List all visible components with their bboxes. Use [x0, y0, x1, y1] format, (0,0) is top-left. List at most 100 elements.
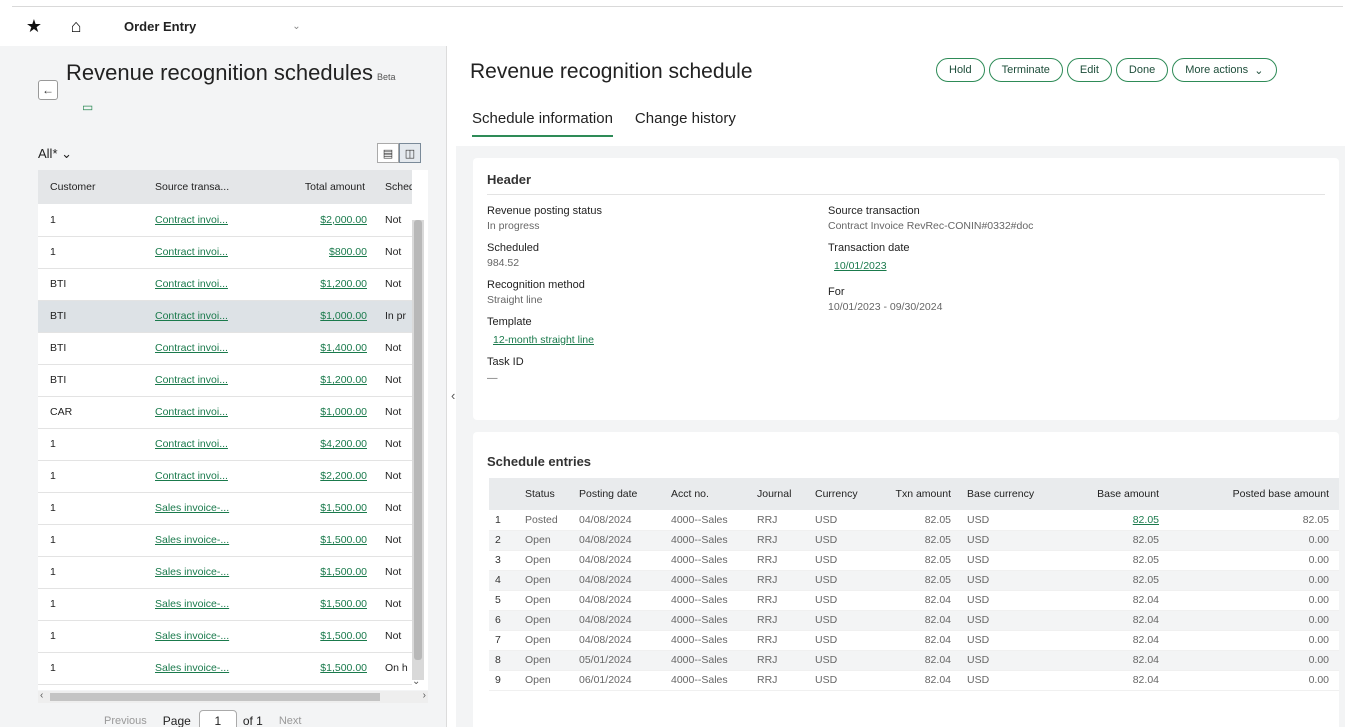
column-header[interactable]: Source transa...: [143, 170, 263, 204]
table-row[interactable]: CAR Contract invoi... $1,000.00 Not: [38, 396, 412, 429]
horizontal-scrollbar[interactable]: ‹ ›: [38, 690, 428, 703]
hold-button[interactable]: Hold: [936, 58, 985, 82]
entry-row[interactable]: 4 Open 04/08/2024 4000--Sales RRJ USD 82.05 USD…: [489, 570, 1339, 591]
column-header[interactable]: Schedu: [373, 170, 412, 204]
total-amount-link[interactable]: $1,500.00: [263, 524, 373, 557]
page-number-input[interactable]: 1: [198, 710, 237, 727]
table-row[interactable]: 1 Contract invoi... $2,000.00 Not: [38, 204, 412, 237]
source-transaction-link[interactable]: Contract invoi...: [143, 236, 263, 269]
total-amount-link[interactable]: $2,200.00: [263, 460, 373, 493]
vertical-scroll-thumb[interactable]: [414, 220, 422, 660]
entries-column-header[interactable]: Txn amount: [881, 478, 961, 510]
vertical-scrollbar[interactable]: [412, 220, 424, 680]
back-arrow-icon[interactable]: ←: [38, 80, 58, 100]
source-transaction-link[interactable]: Sales invoice-...: [143, 492, 263, 525]
total-amount-link[interactable]: $800.00: [263, 236, 373, 269]
view-filter-dropdown[interactable]: All* ⌄: [38, 146, 72, 162]
template-link[interactable]: 12-month straight line: [493, 334, 594, 346]
source-transaction-link[interactable]: Contract invoi...: [143, 204, 263, 237]
table-row[interactable]: BTI Contract invoi... $1,400.00 Not: [38, 332, 412, 365]
table-row[interactable]: BTI Contract invoi... $1,000.00 In pr: [38, 300, 412, 333]
edit-button[interactable]: Edit: [1066, 58, 1112, 82]
next-page-button[interactable]: Next: [279, 715, 302, 727]
total-amount-link[interactable]: $1,400.00: [263, 332, 373, 365]
entries-column-header[interactable]: Posting date: [573, 478, 665, 510]
column-header[interactable]: Customer: [38, 170, 143, 204]
scroll-left-icon[interactable]: ‹: [40, 690, 43, 701]
table-row[interactable]: 1 Contract invoi... $800.00 Not: [38, 236, 412, 269]
scroll-right-icon[interactable]: ›: [423, 690, 426, 701]
entry-row[interactable]: 6 Open 04/08/2024 4000--Sales RRJ USD 82.04 USD…: [489, 610, 1339, 631]
table-row[interactable]: 1 Contract invoi... $2,200.00 Not: [38, 460, 412, 493]
entries-column-header[interactable]: Posted base amount: [1169, 478, 1339, 510]
entries-column-header[interactable]: [489, 478, 519, 510]
entry-cell: 82.04: [881, 650, 961, 671]
more-actions-button[interactable]: More actions ⌄: [1172, 58, 1277, 82]
total-amount-link[interactable]: $1,000.00: [263, 396, 373, 429]
total-amount-link[interactable]: $1,500.00: [263, 620, 373, 653]
source-transaction-link[interactable]: Contract invoi...: [143, 300, 263, 333]
entries-column-header[interactable]: Acct no.: [665, 478, 751, 510]
entries-column-header[interactable]: Base currency: [961, 478, 1065, 510]
split-view-icon[interactable]: ◫: [399, 143, 421, 163]
source-transaction-link[interactable]: Contract invoi...: [143, 396, 263, 429]
source-transaction-link[interactable]: Sales invoice-...: [143, 620, 263, 653]
table-row[interactable]: BTI Contract invoi... $1,200.00 Not: [38, 268, 412, 301]
tab-schedule-information[interactable]: Schedule information: [472, 110, 613, 137]
total-amount-link[interactable]: $2,000.00: [263, 204, 373, 237]
source-transaction-link[interactable]: Contract invoi...: [143, 268, 263, 301]
entry-row[interactable]: 9 Open 06/01/2024 4000--Sales RRJ USD 82.04 USD…: [489, 670, 1339, 691]
total-amount-link[interactable]: $1,500.00: [263, 492, 373, 525]
source-transaction-link[interactable]: Contract invoi...: [143, 332, 263, 365]
total-amount-link[interactable]: $4,200.00: [263, 428, 373, 461]
previous-page-button[interactable]: Previous: [104, 715, 147, 727]
column-header[interactable]: Total amount: [263, 170, 373, 204]
tab-change-history[interactable]: Change history: [635, 110, 736, 137]
app-name[interactable]: Order Entry: [124, 19, 196, 34]
base-amount-link[interactable]: 82.05: [1065, 510, 1169, 531]
entry-row[interactable]: 3 Open 04/08/2024 4000--Sales RRJ USD 82.05 USD…: [489, 550, 1339, 571]
entries-column-header[interactable]: Base amount: [1065, 478, 1169, 510]
table-view-icon[interactable]: ▤: [377, 143, 399, 163]
source-transaction-link[interactable]: Contract invoi...: [143, 460, 263, 493]
entry-cell: 82.05: [881, 530, 961, 551]
source-transaction-link[interactable]: Sales invoice-...: [143, 588, 263, 621]
star-icon[interactable]: ★: [20, 13, 48, 41]
total-amount-link[interactable]: $1,500.00: [263, 556, 373, 589]
total-amount-link[interactable]: $1,500.00: [263, 588, 373, 621]
source-transaction-link[interactable]: Contract invoi...: [143, 364, 263, 397]
table-row[interactable]: 1 Sales invoice-... $1,500.00 On h: [38, 652, 412, 685]
entries-column-header[interactable]: Status: [519, 478, 573, 510]
source-transaction-link[interactable]: Sales invoice-...: [143, 524, 263, 557]
collapse-panel-chevron-icon[interactable]: ‹: [451, 388, 455, 403]
total-amount-link[interactable]: $1,200.00: [263, 268, 373, 301]
table-row[interactable]: 1 Sales invoice-... $1,500.00 Not: [38, 620, 412, 653]
table-row[interactable]: BTI Contract invoi... $1,200.00 Not: [38, 364, 412, 397]
table-row[interactable]: 1 Sales invoice-... $1,500.00 Not: [38, 524, 412, 557]
entry-row[interactable]: 1 Posted 04/08/2024 4000--Sales RRJ USD 82.05 U…: [489, 510, 1339, 531]
done-button[interactable]: Done: [1115, 58, 1169, 82]
entry-row[interactable]: 7 Open 04/08/2024 4000--Sales RRJ USD 82.04 USD…: [489, 630, 1339, 651]
entry-row[interactable]: 8 Open 05/01/2024 4000--Sales RRJ USD 82.04 USD…: [489, 650, 1339, 671]
table-row[interactable]: 1 Sales invoice-... $1,500.00 Not: [38, 556, 412, 589]
horizontal-scroll-thumb[interactable]: [50, 693, 380, 701]
source-transaction-link[interactable]: Contract invoi...: [143, 428, 263, 461]
entry-row[interactable]: 5 Open 04/08/2024 4000--Sales RRJ USD 82.04 USD…: [489, 590, 1339, 611]
table-row[interactable]: 1 Contract invoi... $4,200.00 Not: [38, 428, 412, 461]
entries-column-header[interactable]: Journal: [751, 478, 809, 510]
entries-column-header[interactable]: Currency: [809, 478, 881, 510]
transaction-date-link[interactable]: 10/01/2023: [834, 260, 887, 272]
scroll-down-icon[interactable]: ⌄: [412, 676, 420, 687]
terminate-button[interactable]: Terminate: [988, 58, 1063, 82]
total-amount-link[interactable]: $1,200.00: [263, 364, 373, 397]
app-menu-chevron-down-icon[interactable]: ⌄: [292, 21, 300, 32]
feedback-icon[interactable]: ▭: [82, 100, 93, 114]
table-row[interactable]: 1 Sales invoice-... $1,500.00 Not: [38, 492, 412, 525]
source-transaction-link[interactable]: Sales invoice-...: [143, 556, 263, 589]
source-transaction-link[interactable]: Sales invoice-...: [143, 652, 263, 685]
table-row[interactable]: 1 Sales invoice-... $1,500.00 Not: [38, 588, 412, 621]
entry-row[interactable]: 2 Open 04/08/2024 4000--Sales RRJ USD 82.05 USD…: [489, 530, 1339, 551]
home-icon[interactable]: ⌂: [62, 13, 90, 41]
total-amount-link[interactable]: $1,000.00: [263, 300, 373, 333]
total-amount-link[interactable]: $1,500.00: [263, 652, 373, 685]
